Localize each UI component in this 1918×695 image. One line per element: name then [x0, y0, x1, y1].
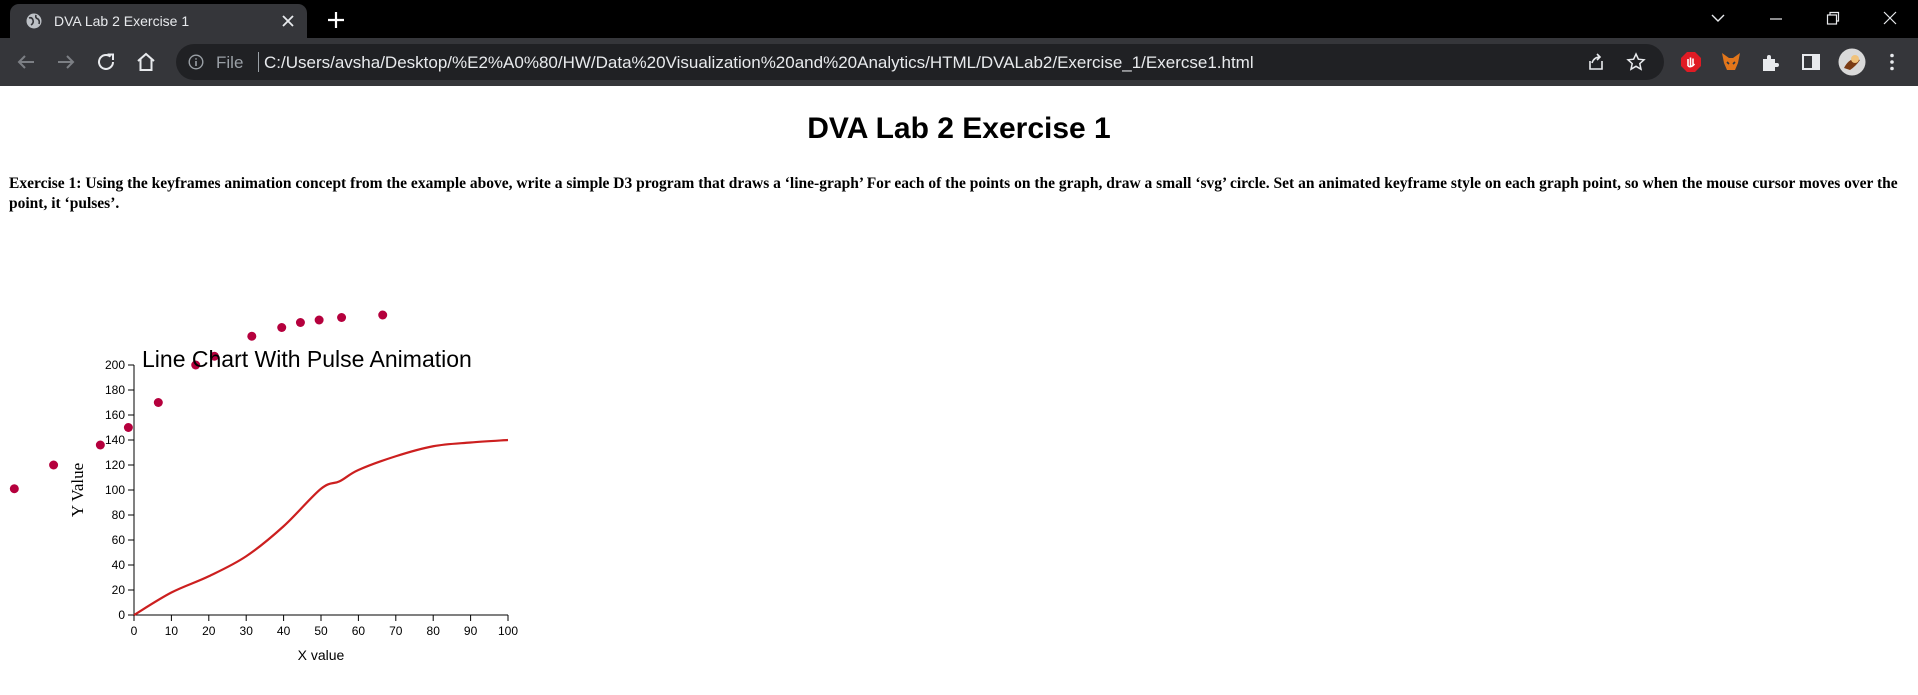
data-point[interactable] [95, 440, 105, 450]
data-point[interactable] [337, 313, 347, 322]
y-tick-label: 160 [105, 408, 125, 422]
close-tab-icon[interactable] [278, 11, 298, 31]
x-tick-label: 90 [464, 624, 478, 638]
y-tick-label: 100 [105, 483, 125, 497]
x-tick-label: 10 [165, 624, 179, 638]
x-tick-label: 70 [389, 624, 403, 638]
adblock-extension-icon[interactable] [1679, 50, 1703, 74]
forward-arrow-icon[interactable] [54, 50, 78, 74]
profile-avatar[interactable] [1838, 48, 1866, 76]
x-tick-label: 60 [352, 624, 366, 638]
x-tick-label: 30 [240, 624, 254, 638]
restore-icon [1826, 11, 1840, 25]
x-tick-label: 50 [314, 624, 328, 638]
back-arrow-icon[interactable] [14, 50, 38, 74]
data-point[interactable] [123, 423, 133, 432]
new-tab-icon[interactable] [324, 8, 348, 32]
globe-icon [26, 13, 42, 29]
y-tick-label: 40 [112, 558, 126, 572]
series-line [133, 438, 509, 616]
info-icon[interactable] [188, 54, 204, 70]
extensions-puzzle-icon[interactable] [1759, 50, 1783, 74]
chevron-down-icon [1711, 14, 1725, 22]
exercise-description: Exercise 1: Using the keyframes animatio… [9, 175, 1898, 212]
x-tick-label: 40 [277, 624, 291, 638]
more-menu-icon[interactable] [1880, 50, 1904, 74]
tab-strip: DVA Lab 2 Exercise 1 [0, 0, 1918, 38]
data-point[interactable] [295, 318, 305, 327]
y-tick-label: 140 [105, 433, 125, 447]
close-icon [1883, 11, 1897, 25]
y-tick-label: 60 [112, 533, 126, 547]
x-tick-label: 20 [202, 624, 216, 638]
x-axis-title: X value [298, 647, 345, 663]
separator [258, 52, 259, 72]
file-label: File [216, 53, 244, 72]
browser-tab[interactable]: DVA Lab 2 Exercise 1 [10, 4, 307, 38]
data-point[interactable] [153, 398, 163, 407]
data-point[interactable] [277, 323, 287, 332]
y-tick-label: 200 [105, 358, 125, 372]
data-points [9, 310, 388, 494]
y-tick-label: 80 [112, 508, 126, 522]
minimize-icon [1770, 18, 1782, 20]
tab-title: DVA Lab 2 Exercise 1 [54, 13, 190, 29]
restore-button[interactable] [1813, 4, 1853, 32]
x-tick-label: 80 [427, 624, 441, 638]
data-point[interactable] [49, 460, 59, 470]
metamask-fox-icon[interactable] [1719, 50, 1743, 74]
y-tick-label: 120 [105, 458, 125, 472]
share-icon[interactable] [1586, 52, 1606, 72]
y-tick-label: 180 [105, 383, 125, 397]
data-point[interactable] [247, 331, 257, 341]
address-bar[interactable]: File C:/Users/avsha/Desktop/%E2%A0%80/HW… [176, 44, 1664, 80]
bookmark-star-icon[interactable] [1626, 52, 1646, 72]
side-panel-icon[interactable] [1799, 50, 1823, 74]
y-tick-label: 0 [118, 608, 125, 622]
url-text[interactable]: C:/Users/avsha/Desktop/%E2%A0%80/HW/Data… [264, 53, 1254, 73]
y-tick-label: 20 [112, 583, 126, 597]
page-title: DVA Lab 2 Exercise 1 [807, 112, 1111, 145]
y-axis-title: Y Value [68, 463, 87, 517]
chart-title: Line Chart With Pulse Animation [142, 346, 472, 372]
close-window-button[interactable] [1870, 4, 1910, 32]
line-chart: 0 20 40 60 80 100 120 140 160 180 200 0 10 20 30 40 50 6… [9, 310, 518, 663]
home-icon[interactable] [134, 50, 158, 74]
x-tick-label: 100 [498, 624, 518, 638]
x-tick-label: 0 [131, 624, 138, 638]
reload-icon[interactable] [94, 50, 118, 74]
minimize-button[interactable] [1756, 4, 1796, 32]
x-axis: 0 10 20 30 40 50 60 70 80 90 100 [131, 614, 518, 638]
tab-search-button[interactable] [1698, 4, 1738, 32]
y-axis: 0 20 40 60 80 100 120 140 160 180 200 [105, 358, 135, 622]
data-point[interactable] [378, 310, 388, 320]
data-point[interactable] [9, 484, 19, 494]
data-point[interactable] [314, 315, 324, 325]
browser-toolbar: File C:/Users/avsha/Desktop/%E2%A0%80/HW… [0, 38, 1918, 86]
